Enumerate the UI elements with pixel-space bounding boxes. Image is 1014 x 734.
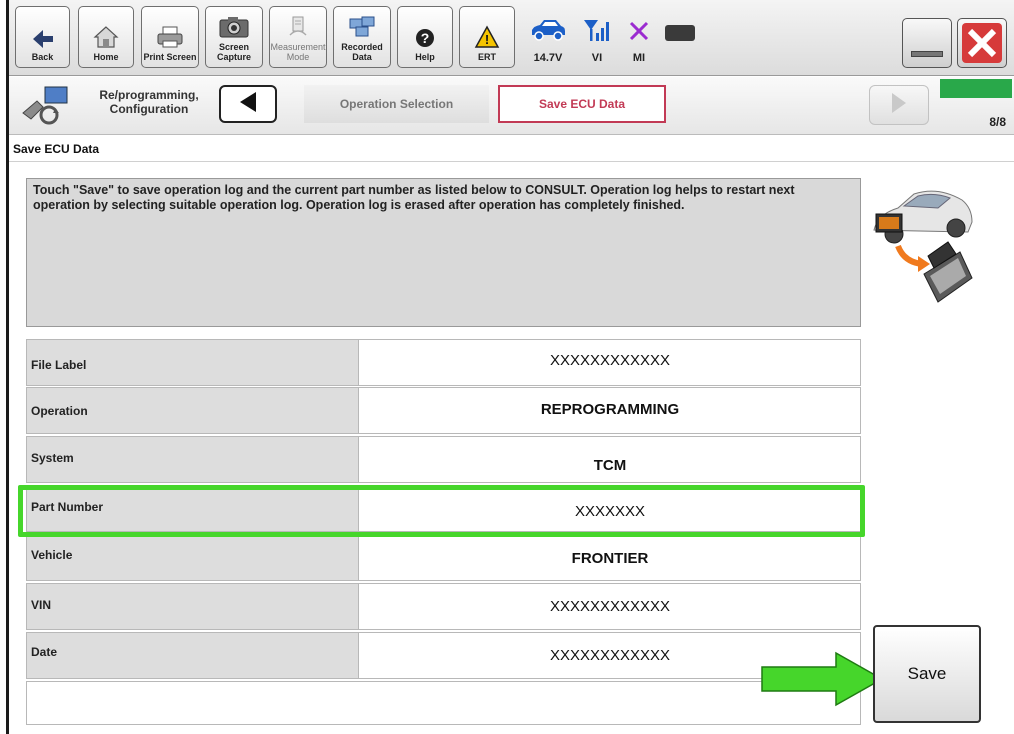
save-button[interactable]: Save (873, 625, 981, 723)
home-button[interactable]: Home (78, 6, 134, 68)
triangle-left-icon (238, 91, 258, 118)
reprogramming-icon (19, 83, 71, 132)
progress-bar (940, 79, 1012, 98)
breadcrumb-back-button[interactable] (219, 85, 277, 123)
home-icon (79, 25, 133, 49)
measurement-icon (270, 15, 326, 39)
car-icon (528, 17, 568, 48)
mi-status: MI (619, 8, 659, 68)
row-value: FRONTIER (571, 550, 649, 567)
minimize-icon (911, 51, 943, 57)
measurement-mode-button[interactable]: Measurement Mode (269, 6, 327, 68)
warning-icon: ! (460, 25, 514, 49)
vi-signal-icon (582, 17, 612, 48)
svg-text:!: ! (485, 32, 489, 47)
toolbar: Back Home Print Screen Screen Capture Me… (9, 0, 1014, 76)
row-label: Vehicle (27, 535, 359, 580)
minimize-button[interactable] (902, 18, 952, 68)
row-value: XXXXXXXXXXXX (549, 598, 671, 615)
breadcrumb: Re/programming, Configuration Operation … (9, 77, 1014, 135)
printer-icon (142, 25, 198, 49)
table-row: Operation REPROGRAMMING (26, 387, 861, 434)
green-arrow-icon (761, 651, 884, 707)
breadcrumb-next-button[interactable] (869, 85, 929, 125)
back-button[interactable]: Back (15, 6, 70, 68)
table-row-empty (26, 681, 861, 725)
vi-status: VI (577, 8, 617, 68)
row-label: File Label (27, 340, 359, 385)
step-progress: 8/8 (940, 79, 1012, 131)
row-label: VIN (27, 584, 359, 629)
breadcrumb-step-save-ecu-data: Save ECU Data (498, 85, 666, 123)
svg-text:?: ? (421, 30, 430, 46)
table-row: System TCM (26, 436, 861, 483)
help-button[interactable]: ? Help (397, 6, 453, 68)
car-laptop-illustration-icon (868, 178, 976, 311)
row-label: Operation (27, 388, 359, 433)
page-title: Save ECU Data (9, 136, 1014, 162)
row-label: Date (27, 633, 359, 678)
ert-button[interactable]: ! ERT (459, 6, 515, 68)
help-icon: ? (398, 27, 452, 49)
table-row: Vehicle FRONTIER (26, 534, 861, 581)
mi-disconnected-icon (627, 19, 651, 48)
print-screen-button[interactable]: Print Screen (141, 6, 199, 68)
breadcrumb-section-title: Re/programming, Configuration (99, 88, 199, 116)
back-arrow-icon (16, 29, 69, 49)
screen-capture-button[interactable]: Screen Capture (205, 6, 263, 68)
part-number-highlight (18, 485, 865, 537)
close-icon (958, 19, 1006, 67)
progress-label: 8/8 (989, 115, 1006, 129)
row-value: REPROGRAMMING (540, 401, 680, 418)
triangle-right-icon (890, 92, 908, 119)
battery-icon (665, 25, 695, 41)
recorded-data-icon (334, 15, 390, 39)
row-value: TCM (593, 457, 627, 474)
table-row: VIN XXXXXXXXXXXX (26, 583, 861, 630)
table-row: File Label XXXXXXXXXXXX (26, 339, 861, 386)
table-row: Date XXXXXXXXXXXX (26, 632, 861, 679)
row-value: XXXXXXXXXXXX (549, 352, 671, 369)
close-button[interactable] (957, 18, 1007, 68)
instruction-text: Touch "Save" to save operation log and t… (26, 178, 861, 327)
row-label: System (27, 437, 359, 482)
camera-icon (206, 15, 262, 39)
recorded-data-button[interactable]: Recorded Data (333, 6, 391, 68)
voltage-status: 14.7V (524, 8, 572, 68)
breadcrumb-step-operation-selection[interactable]: Operation Selection (304, 85, 489, 123)
